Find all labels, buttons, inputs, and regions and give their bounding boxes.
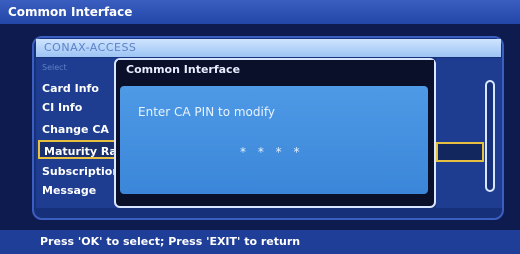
conax-header: CONAX-ACCESS bbox=[36, 39, 501, 57]
dialog-body bbox=[120, 86, 428, 194]
window-title: Common Interface bbox=[0, 0, 520, 24]
selected-row-highlight bbox=[436, 142, 484, 162]
pin-prompt: Enter CA PIN to modify bbox=[138, 105, 275, 119]
footer-hint: Press 'OK' to select; Press 'EXIT' to re… bbox=[0, 230, 520, 254]
scrollbar[interactable] bbox=[485, 80, 495, 192]
dialog-title: Common Interface bbox=[118, 60, 434, 80]
pin-input[interactable]: * * * * bbox=[240, 145, 303, 159]
menu-item-maturity-rating[interactable]: Maturity Rat bbox=[38, 140, 122, 159]
tv-screen: Common Interface CONAX-ACCESS Select Car… bbox=[0, 0, 520, 254]
